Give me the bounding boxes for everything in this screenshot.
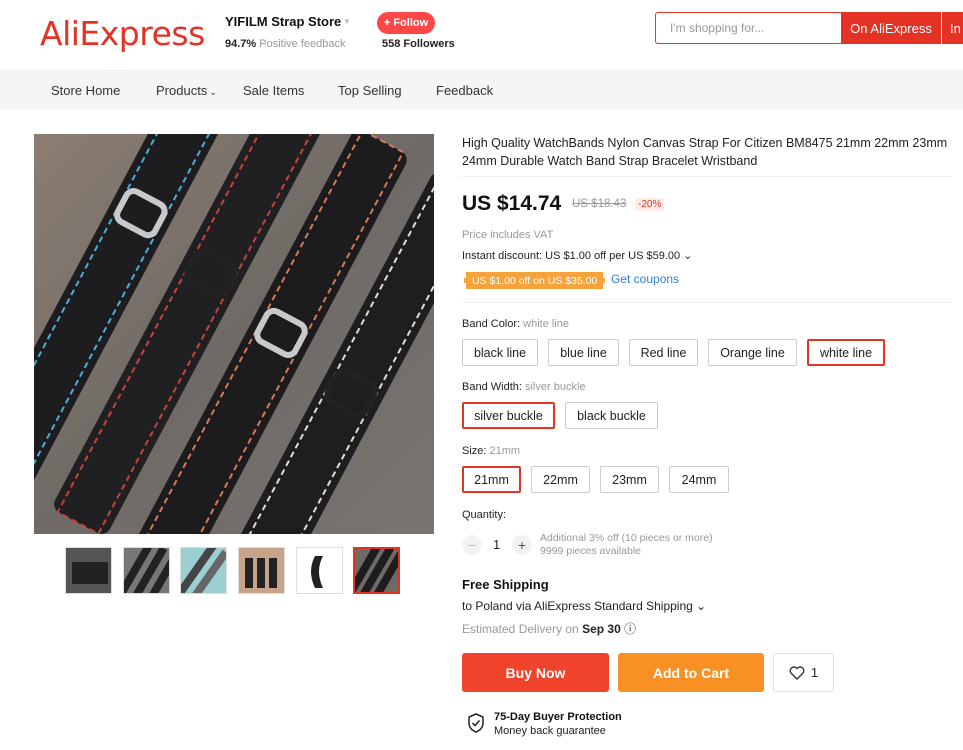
buy-now-button[interactable]: Buy Now [462, 653, 609, 692]
buyer-protection-subtitle: Money back guarantee [494, 725, 606, 737]
thumbnail[interactable] [123, 547, 170, 594]
option-band-color[interactable]: black line [462, 339, 538, 366]
band-color-label-text: Band Color: [462, 318, 521, 330]
band-color-selected: white line [523, 318, 570, 330]
estimated-delivery-date: Sep 30 [582, 622, 621, 636]
thumbnail[interactable] [296, 547, 343, 594]
aliexpress-logo[interactable]: AliExpress [40, 14, 205, 53]
option-band-width-selected[interactable]: silver buckle [462, 402, 555, 429]
shipping-method[interactable]: to Poland via AliExpress Standard Shippi… [462, 599, 706, 613]
nav-products-label: Products [156, 83, 208, 98]
estimated-delivery: Estimated Delivery on Sep 30 ⓘ [462, 620, 636, 637]
quantity-note: Additional 3% off (10 pieces or more) 999… [540, 532, 713, 558]
follow-button[interactable]: + Follow [377, 12, 435, 34]
thumbnail[interactable] [180, 547, 227, 594]
product-title: High Quality WatchBands Nylon Canvas Str… [462, 136, 948, 168]
band-width-label: Band Width: silver buckle [462, 381, 586, 393]
option-band-width[interactable]: black buckle [565, 402, 658, 429]
buyer-protection-title: 75-Day Buyer Protection [494, 711, 622, 723]
option-size[interactable]: 23mm [600, 466, 659, 493]
store-name[interactable]: YIFILM Strap Store [225, 14, 341, 29]
quantity-increase-button[interactable]: + [512, 535, 532, 555]
original-price: US $18.43 [572, 198, 627, 210]
free-shipping-title: Free Shipping [462, 577, 549, 592]
option-size[interactable]: 22mm [531, 466, 590, 493]
instant-discount-label: Instant discount: US $1.00 off per US $5… [462, 250, 681, 262]
shield-check-icon [468, 713, 484, 733]
discount-badge: -20% [635, 198, 665, 211]
search-input[interactable]: I'm shopping for... [655, 12, 841, 44]
option-band-color[interactable]: Red line [629, 339, 698, 366]
divider [462, 302, 952, 303]
current-price: US $14.74 [462, 192, 562, 215]
add-to-cart-button[interactable]: Add to Cart [618, 653, 764, 692]
search-aliexpress-button[interactable]: On AliExpress [841, 12, 941, 44]
band-width-label-text: Band Width: [462, 381, 522, 393]
coupon-tag: US $1.00 off on US $35.00 [464, 272, 606, 289]
quantity-decrease-button[interactable]: − [462, 535, 482, 555]
size-label: Size: 21mm [462, 445, 520, 457]
product-main-image[interactable] [34, 134, 434, 534]
band-color-label: Band Color: white line [462, 318, 569, 330]
nav-store-home[interactable]: Store Home [51, 83, 120, 98]
followers-count: 558 Followers [382, 38, 455, 50]
followers-number: 558 [382, 38, 401, 50]
wishlist-count: 1 [810, 665, 819, 680]
chevron-down-icon: ⌄ [696, 599, 707, 613]
option-size[interactable]: 24mm [669, 466, 729, 493]
option-size-selected[interactable]: 21mm [462, 466, 521, 493]
option-band-color[interactable]: blue line [548, 339, 619, 366]
chevron-down-icon: ⌄ [683, 250, 693, 262]
bulk-discount-note: Additional 3% off (10 pieces or more) [540, 532, 713, 544]
estimated-delivery-label: Estimated Delivery on [462, 622, 579, 636]
followers-label: Followers [403, 38, 455, 50]
quantity-label: Quantity: [462, 509, 507, 521]
wishlist-button[interactable]: 1 [773, 653, 834, 692]
shipping-method-label: to Poland via AliExpress Standard Shippi… [462, 599, 693, 613]
get-coupons-link[interactable]: Get coupons [611, 272, 679, 286]
feedback-percent: 94.7% [225, 38, 257, 50]
store-nav: Store Home Products ⌄ Sale Items Top Sell… [0, 70, 963, 110]
store-dropdown-icon[interactable]: ▼ [343, 17, 351, 26]
search-store-button[interactable]: In [942, 12, 963, 44]
heart-icon [789, 665, 805, 680]
quantity-input[interactable]: 1 [493, 537, 500, 552]
size-label-text: Size: [462, 445, 487, 457]
divider [462, 176, 952, 177]
chevron-down-icon: ⌄ [209, 87, 217, 97]
help-icon[interactable]: ⓘ [624, 622, 636, 636]
vat-note: Price includes VAT [462, 229, 554, 241]
option-band-color-selected[interactable]: white line [807, 339, 885, 366]
band-width-selected: silver buckle [524, 381, 586, 393]
thumbnail[interactable] [238, 547, 285, 594]
nav-feedback[interactable]: Feedback [436, 83, 493, 98]
nav-top-selling[interactable]: Top Selling [338, 83, 402, 98]
stock-available: 9999 pieces available [540, 545, 641, 557]
instant-discount[interactable]: Instant discount: US $1.00 off per US $5… [462, 249, 692, 262]
size-selected: 21mm [489, 445, 521, 457]
thumbnail[interactable] [65, 547, 112, 594]
option-band-color[interactable]: Orange line [708, 339, 797, 366]
nav-sale-items[interactable]: Sale Items [243, 83, 304, 98]
thumbnail-active[interactable] [353, 547, 400, 594]
feedback-label: Positive feedback [259, 38, 346, 50]
site-header: AliExpress YIFILM Strap Store ▼ 94.7% Po… [0, 0, 963, 70]
store-feedback: 94.7% Positive feedback [225, 38, 345, 50]
nav-products[interactable]: Products ⌄ [156, 83, 217, 98]
